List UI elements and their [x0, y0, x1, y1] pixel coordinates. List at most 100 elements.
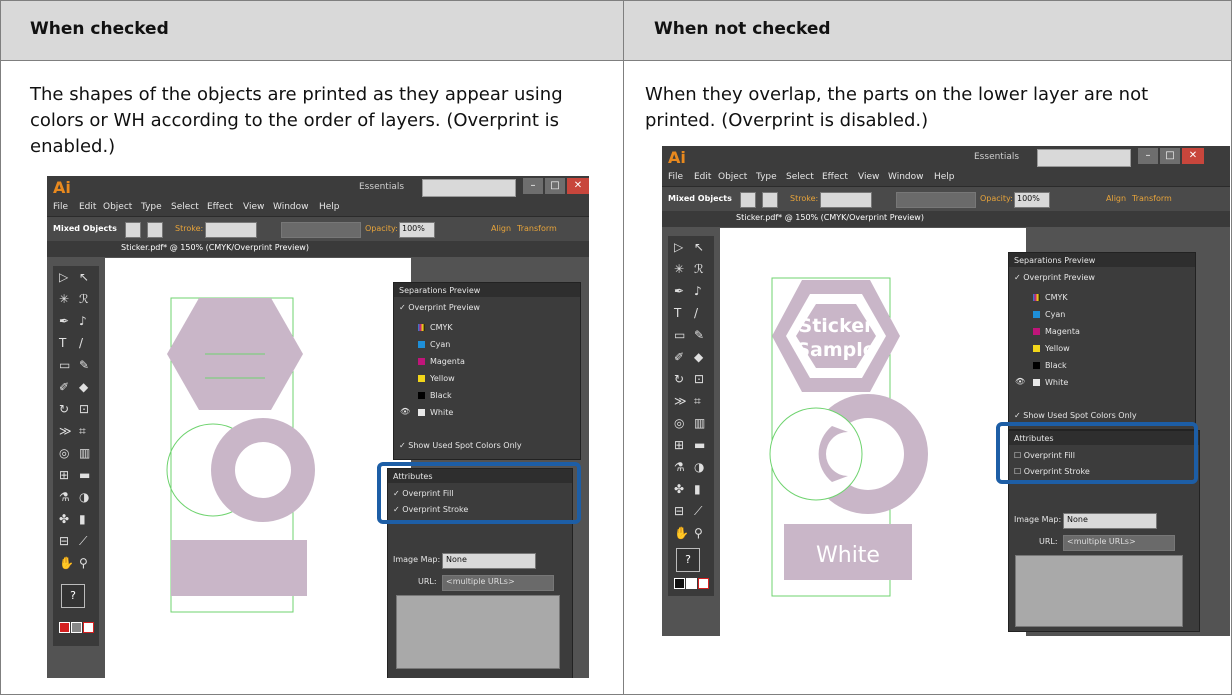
scale-tool-icon[interactable]: ⊡: [79, 402, 89, 416]
eyedropper-icon[interactable]: ⚗: [59, 490, 70, 504]
eyedropper-icon[interactable]: ⚗: [674, 460, 685, 474]
color-mode-black-icon[interactable]: [674, 578, 685, 589]
stroke-weight-input[interactable]: [820, 192, 872, 208]
slice-tool-icon[interactable]: ⟋: [79, 534, 87, 549]
show-used-spot-checkbox[interactable]: ✓ Show Used Spot Colors Only: [1014, 411, 1137, 420]
eraser-tool-icon[interactable]: ◆: [79, 380, 88, 394]
stroke-swatch[interactable]: [762, 192, 778, 208]
menu-select[interactable]: Select: [786, 172, 814, 182]
rotate-tool-icon[interactable]: ↻: [674, 372, 684, 386]
lasso-icon[interactable]: ℛ: [694, 262, 704, 276]
workspace-switcher[interactable]: Essentials: [359, 182, 404, 192]
visibility-eye-icon[interactable]: 👁: [400, 407, 410, 416]
type-tool-icon[interactable]: T: [674, 306, 681, 320]
pen-tool-icon[interactable]: ✒: [59, 314, 69, 328]
none-swatch-icon[interactable]: [698, 578, 709, 589]
menu-help[interactable]: Help: [934, 172, 955, 182]
artboard-tool-icon[interactable]: ⊟: [59, 534, 69, 548]
transform-link[interactable]: Transform: [1132, 194, 1172, 203]
menu-view[interactable]: View: [243, 202, 264, 212]
document-tab[interactable]: Sticker.pdf* @ 150% (CMYK/Overprint Prev…: [736, 213, 924, 222]
color-mode-red-icon[interactable]: [59, 622, 70, 633]
color-mode-white-icon[interactable]: [686, 578, 697, 589]
shape-builder-icon[interactable]: ◎: [59, 446, 69, 460]
brush-tool-icon[interactable]: ✎: [694, 328, 704, 342]
minimize-button[interactable]: –: [1138, 148, 1158, 164]
curvature-tool-icon[interactable]: ♪: [79, 314, 87, 328]
lasso-icon[interactable]: ℛ: [79, 292, 89, 306]
artboard-canvas[interactable]: Sticker Sample White: [720, 228, 1026, 636]
slice-tool-icon[interactable]: ⟋: [694, 504, 702, 519]
rectangle-tool-icon[interactable]: ▭: [674, 328, 685, 342]
menu-effect[interactable]: Effect: [822, 172, 848, 182]
magic-wand-icon[interactable]: ✳: [674, 262, 684, 276]
stroke-label[interactable]: Stroke:: [790, 194, 818, 203]
align-link[interactable]: Align: [491, 224, 511, 233]
fill-stroke-swatch[interactable]: ?: [61, 584, 85, 608]
search-input[interactable]: [422, 179, 516, 197]
brush-tool-icon[interactable]: ✎: [79, 358, 89, 372]
column-graph-icon[interactable]: ▮: [79, 512, 86, 526]
zoom-tool-icon[interactable]: ⚲: [79, 556, 88, 570]
width-tool-icon[interactable]: ≫: [59, 424, 72, 438]
url-list-box[interactable]: [396, 595, 560, 669]
maximize-button[interactable]: □: [545, 178, 565, 194]
search-input[interactable]: [1037, 149, 1131, 167]
menu-view[interactable]: View: [858, 172, 879, 182]
none-swatch-icon[interactable]: [83, 622, 94, 633]
visibility-eye-icon[interactable]: 👁: [1015, 377, 1025, 386]
zoom-tool-icon[interactable]: ⚲: [694, 526, 703, 540]
close-button[interactable]: ✕: [1182, 148, 1204, 164]
magic-wand-icon[interactable]: ✳: [59, 292, 69, 306]
mesh-tool-icon[interactable]: ⊞: [674, 438, 684, 452]
blend-tool-icon[interactable]: ◑: [694, 460, 704, 474]
menu-window[interactable]: Window: [273, 202, 309, 212]
menu-object[interactable]: Object: [103, 202, 132, 212]
line-tool-icon[interactable]: /: [79, 336, 83, 350]
color-mode-gray-icon[interactable]: [71, 622, 82, 633]
overprint-preview-checkbox[interactable]: ✓ Overprint Preview: [1014, 273, 1095, 282]
menu-file[interactable]: File: [668, 172, 683, 182]
overprint-preview-checkbox[interactable]: ✓ Overprint Preview: [399, 303, 480, 312]
column-graph-icon[interactable]: ▮: [694, 482, 701, 496]
image-map-select[interactable]: None: [442, 553, 536, 569]
blend-tool-icon[interactable]: ◑: [79, 490, 89, 504]
menu-object[interactable]: Object: [718, 172, 747, 182]
url-field[interactable]: <multiple URLs>: [1063, 535, 1175, 551]
menu-type[interactable]: Type: [141, 202, 162, 212]
menu-effect[interactable]: Effect: [207, 202, 233, 212]
menu-edit[interactable]: Edit: [694, 172, 711, 182]
pen-tool-icon[interactable]: ✒: [674, 284, 684, 298]
eraser-tool-icon[interactable]: ◆: [694, 350, 703, 364]
gradient-tool-icon[interactable]: ▬: [694, 438, 705, 452]
opacity-input[interactable]: 100%: [399, 222, 435, 238]
stroke-swatch[interactable]: [147, 222, 163, 238]
free-transform-icon[interactable]: ⌗: [79, 424, 86, 439]
type-tool-icon[interactable]: T: [59, 336, 66, 350]
stroke-weight-input[interactable]: [205, 222, 257, 238]
rotate-tool-icon[interactable]: ↻: [59, 402, 69, 416]
direct-selection-tool-icon[interactable]: ↖: [694, 240, 704, 254]
graph-tool-icon[interactable]: ▥: [694, 416, 705, 430]
opacity-label[interactable]: Opacity:: [365, 224, 398, 233]
document-tab[interactable]: Sticker.pdf* @ 150% (CMYK/Overprint Prev…: [121, 243, 309, 252]
align-link[interactable]: Align: [1106, 194, 1126, 203]
workspace-switcher[interactable]: Essentials: [974, 152, 1019, 162]
show-used-spot-checkbox[interactable]: ✓ Show Used Spot Colors Only: [399, 441, 522, 450]
opacity-input[interactable]: 100%: [1014, 192, 1050, 208]
hand-tool-icon[interactable]: ✋: [674, 526, 689, 540]
artboard-tool-icon[interactable]: ⊟: [674, 504, 684, 518]
minimize-button[interactable]: –: [523, 178, 543, 194]
fill-stroke-swatch[interactable]: ?: [676, 548, 700, 572]
menu-file[interactable]: File: [53, 202, 68, 212]
mesh-tool-icon[interactable]: ⊞: [59, 468, 69, 482]
stroke-label[interactable]: Stroke:: [175, 224, 203, 233]
rectangle-tool-icon[interactable]: ▭: [59, 358, 70, 372]
image-map-select[interactable]: None: [1063, 513, 1157, 529]
pencil-tool-icon[interactable]: ✐: [674, 350, 684, 364]
hand-tool-icon[interactable]: ✋: [59, 556, 74, 570]
selection-tool-icon[interactable]: ▷: [674, 240, 683, 254]
menu-type[interactable]: Type: [756, 172, 777, 182]
fill-swatch[interactable]: [740, 192, 756, 208]
url-list-box[interactable]: [1015, 555, 1183, 627]
